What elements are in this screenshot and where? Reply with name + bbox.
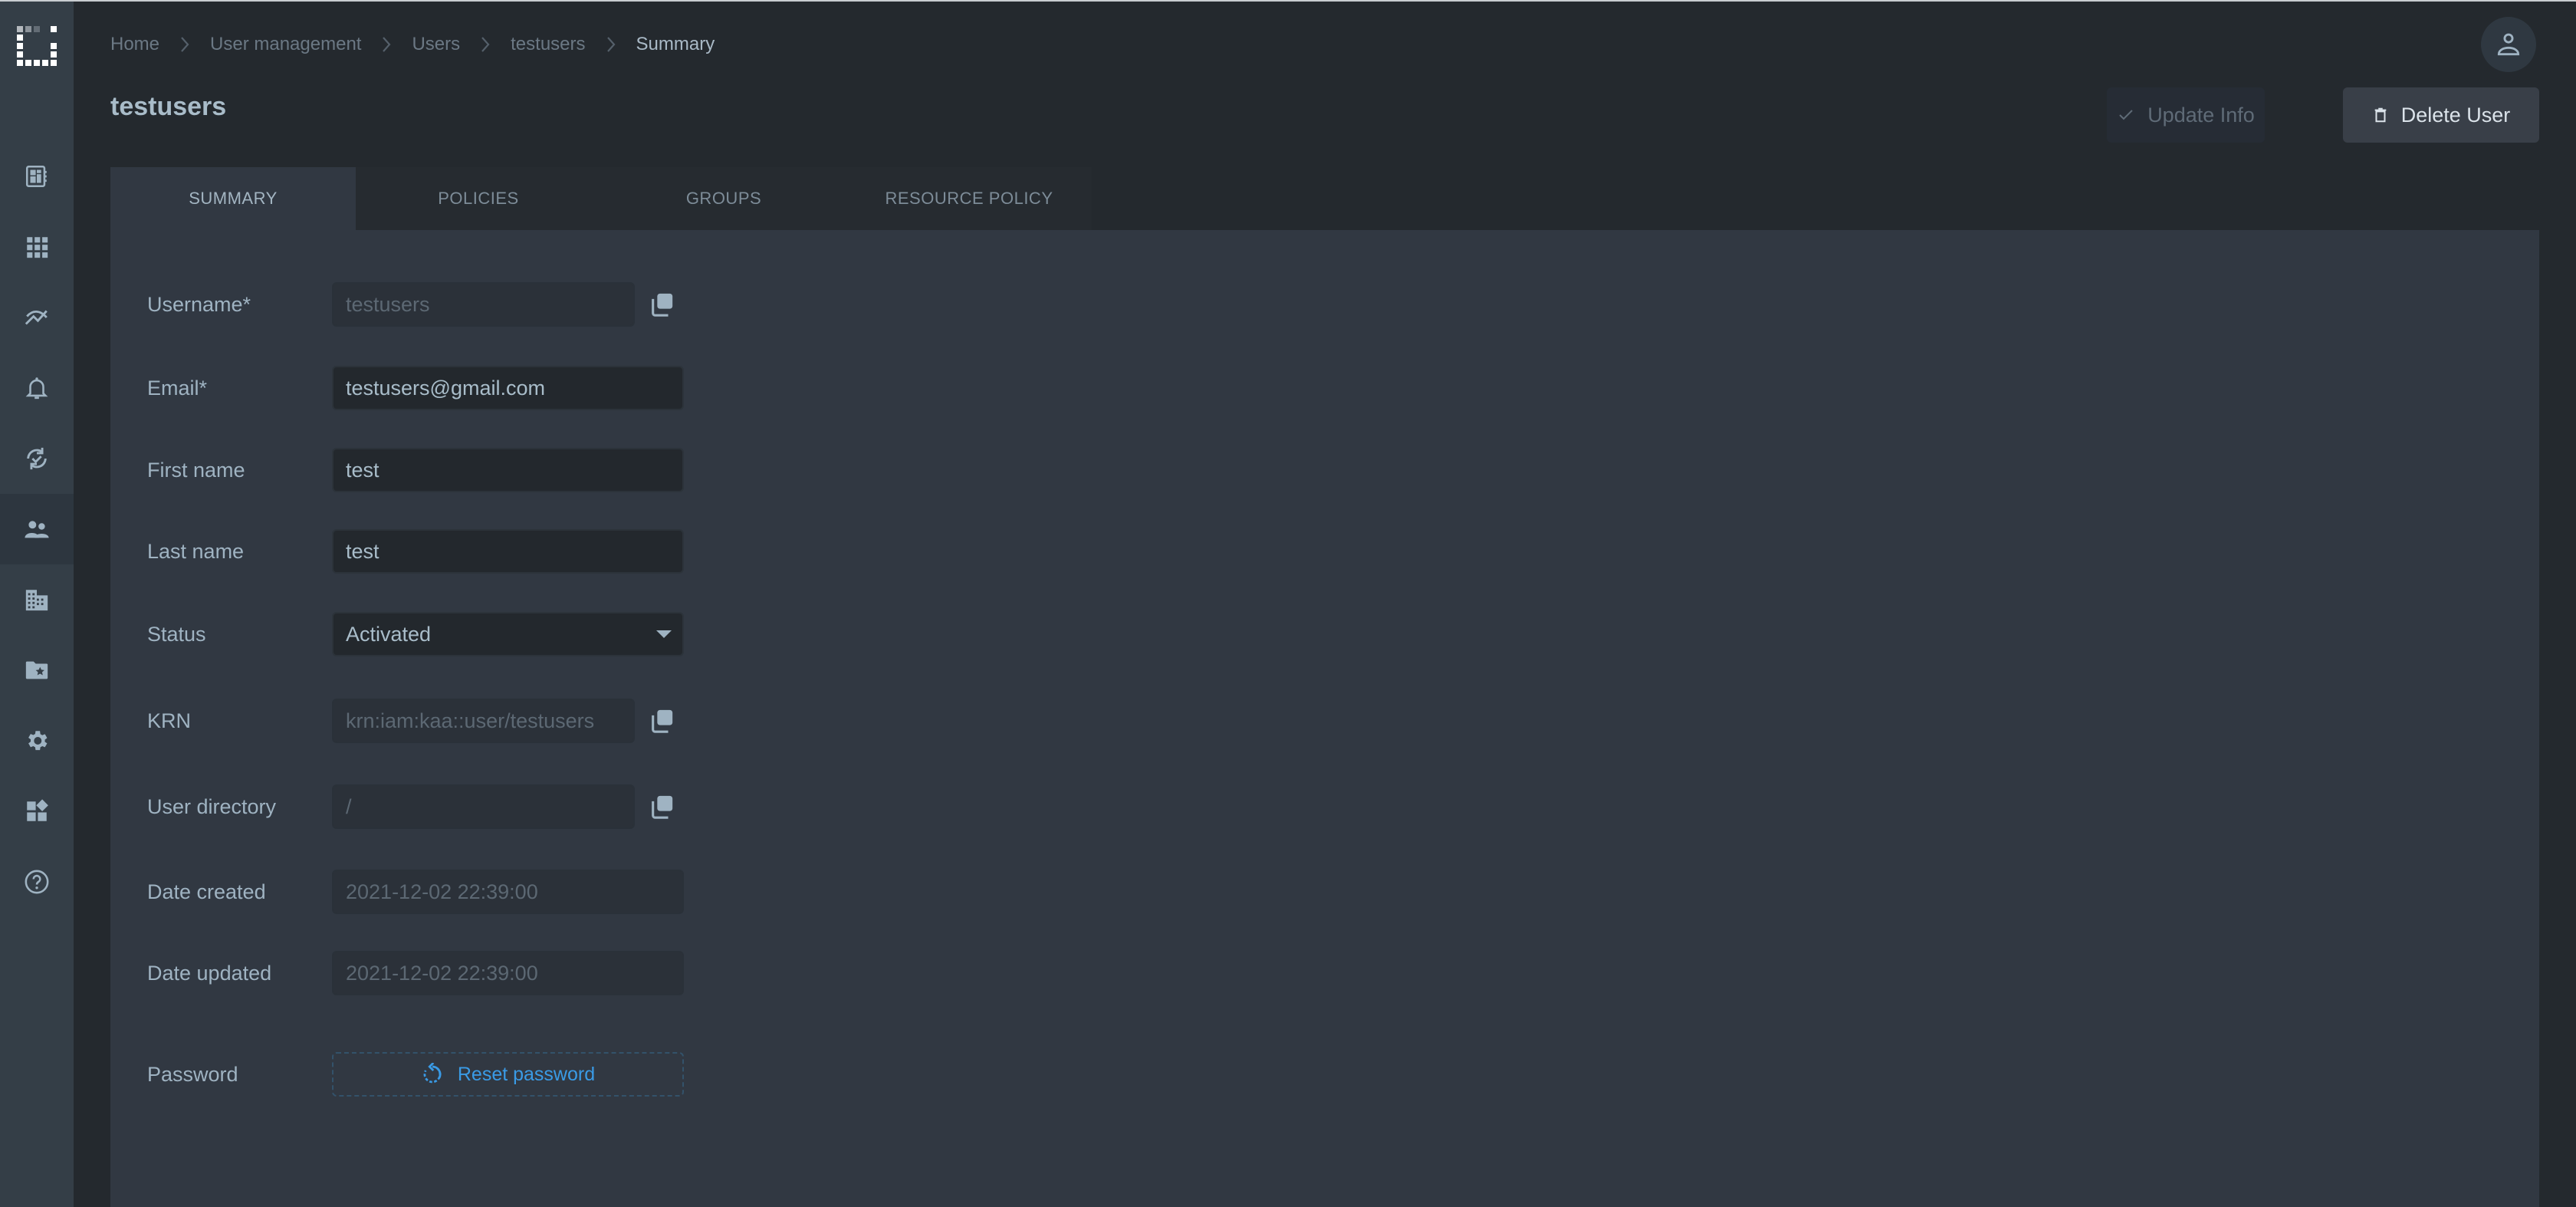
chevron-right-icon bbox=[181, 37, 189, 52]
breadcrumb: Home User management Users testusers Sum… bbox=[110, 31, 715, 58]
breadcrumb-user-management[interactable]: User management bbox=[210, 34, 361, 55]
sidebar-item-resources[interactable] bbox=[0, 635, 74, 705]
sidebar-item-alerts[interactable] bbox=[0, 353, 74, 423]
apps-grid-icon bbox=[27, 237, 48, 258]
krn-row: KRN krn:iam:kaa::user/testusers bbox=[147, 698, 675, 744]
window-top-border bbox=[0, 0, 2576, 2]
user-directory-label: User directory bbox=[147, 794, 277, 818]
dropdown-caret-icon bbox=[656, 630, 672, 638]
page-title: testusers bbox=[110, 92, 227, 121]
krn-label: KRN bbox=[147, 709, 192, 732]
sidebar-item-dashboards[interactable] bbox=[0, 141, 74, 212]
last-name-label: Last name bbox=[147, 539, 245, 563]
sidebar-item-user-management[interactable] bbox=[0, 494, 74, 564]
status-value: Activated bbox=[346, 622, 432, 646]
user-directory-row: User directory / bbox=[147, 784, 675, 830]
username-field: testusers bbox=[332, 282, 635, 327]
first-name-field[interactable]: test bbox=[332, 448, 684, 492]
date-updated-row: Date updated 2021-12-02 22:39:00 bbox=[147, 950, 684, 996]
status-label: Status bbox=[147, 622, 206, 646]
email-row: Email* testusers@gmail.com bbox=[147, 365, 684, 411]
breadcrumb-testusers[interactable]: testusers bbox=[511, 34, 585, 55]
building-icon bbox=[25, 590, 48, 611]
summary-panel: Username* testusers Email* testusers@gma… bbox=[110, 230, 2539, 1207]
reset-icon bbox=[423, 1063, 442, 1084]
user-profile-icon bbox=[2497, 33, 2520, 56]
chevron-right-icon bbox=[383, 37, 391, 52]
user-avatar-button[interactable] bbox=[2481, 17, 2536, 72]
date-created-label: Date created bbox=[147, 880, 266, 903]
sidebar-item-widgets[interactable] bbox=[0, 776, 74, 847]
sidebar-item-analytics[interactable] bbox=[0, 282, 74, 353]
date-updated-label: Date updated bbox=[147, 961, 272, 985]
username-row: Username* testusers bbox=[147, 281, 675, 327]
breadcrumb-home[interactable]: Home bbox=[110, 34, 159, 55]
delete-user-label: Delete User bbox=[2400, 103, 2511, 127]
status-select[interactable]: Activated bbox=[332, 612, 684, 656]
dashboard-icon bbox=[25, 165, 47, 188]
delete-user-button[interactable]: Delete User bbox=[2343, 87, 2539, 143]
sidebar-item-workflows[interactable] bbox=[0, 423, 74, 494]
last-name-field[interactable]: test bbox=[332, 529, 684, 574]
chevron-right-icon bbox=[606, 37, 615, 52]
email-field[interactable]: testusers@gmail.com bbox=[332, 366, 684, 410]
first-name-row: First name test bbox=[147, 447, 684, 493]
tab-bar: SUMMARY POLICIES GROUPS RESOURCE POLICY bbox=[110, 167, 1092, 230]
logo-icon bbox=[17, 26, 57, 66]
sidebar-item-help[interactable] bbox=[0, 847, 74, 917]
bell-icon bbox=[25, 377, 48, 400]
chevron-right-icon bbox=[481, 37, 490, 52]
check-icon bbox=[2119, 110, 2133, 120]
folder-star-icon bbox=[25, 661, 48, 679]
update-info-label: Update Info bbox=[2147, 103, 2255, 127]
sidebar-item-applications[interactable] bbox=[0, 212, 74, 282]
tab-resource-policy[interactable]: RESOURCE POLICY bbox=[846, 167, 1092, 230]
trash-icon bbox=[2374, 107, 2387, 123]
breadcrumb-users[interactable]: Users bbox=[412, 34, 460, 55]
tab-groups[interactable]: GROUPS bbox=[601, 167, 846, 230]
status-row: Status Activated bbox=[147, 611, 684, 657]
date-created-row: Date created 2021-12-02 22:39:00 bbox=[147, 869, 684, 915]
email-label: Email* bbox=[147, 376, 208, 400]
analytics-icon bbox=[25, 310, 48, 325]
gear-icon bbox=[28, 731, 48, 751]
sync-check-icon bbox=[27, 447, 47, 470]
copy-icon[interactable] bbox=[649, 794, 675, 820]
password-label: Password bbox=[147, 1062, 238, 1086]
date-updated-field: 2021-12-02 22:39:00 bbox=[332, 951, 684, 995]
app-logo[interactable] bbox=[17, 26, 57, 66]
sidebar-item-settings[interactable] bbox=[0, 705, 74, 776]
tab-policies[interactable]: POLICIES bbox=[356, 167, 601, 230]
sidebar bbox=[0, 2, 74, 1207]
reset-password-label: Reset password bbox=[457, 1063, 596, 1085]
help-icon bbox=[25, 870, 49, 894]
copy-icon[interactable] bbox=[649, 291, 675, 317]
user-directory-field: / bbox=[332, 784, 635, 829]
widgets-icon bbox=[27, 799, 48, 821]
username-label: Username* bbox=[147, 292, 251, 316]
last-name-row: Last name test bbox=[147, 528, 684, 574]
update-info-button[interactable]: Update Info bbox=[2107, 87, 2265, 143]
krn-field: krn:iam:kaa::user/testusers bbox=[332, 699, 635, 743]
breadcrumb-summary: Summary bbox=[636, 34, 715, 54]
sidebar-item-tenants[interactable] bbox=[0, 564, 74, 635]
users-icon bbox=[25, 521, 49, 538]
first-name-label: First name bbox=[147, 458, 245, 482]
tab-summary[interactable]: SUMMARY bbox=[110, 167, 356, 230]
copy-icon[interactable] bbox=[649, 708, 675, 734]
password-row: Password Reset password bbox=[147, 1051, 684, 1097]
reset-password-button[interactable]: Reset password bbox=[332, 1052, 684, 1097]
date-created-field: 2021-12-02 22:39:00 bbox=[332, 870, 684, 914]
